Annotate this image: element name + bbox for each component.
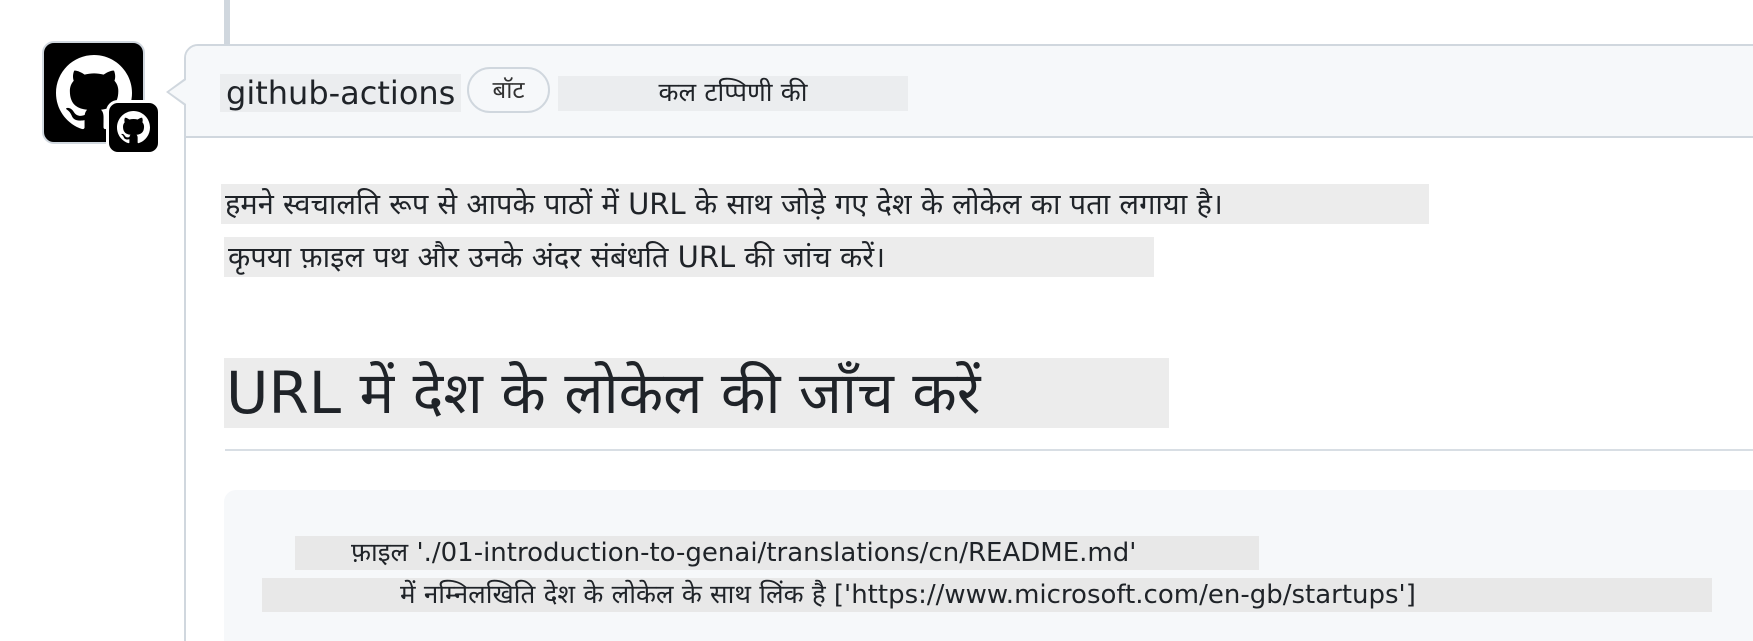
timeline-line: [224, 0, 230, 44]
heading-divider: [225, 449, 1753, 451]
comment-pointer-fill: [169, 80, 186, 104]
comment-page: github-actions बॉट कल टप्पिणी की हमने स्…: [0, 0, 1753, 641]
avatar-badge: [106, 100, 161, 155]
section-heading: URL में देश के लोकेल की जाँच करें: [224, 358, 1169, 428]
comment-timestamp[interactable]: कल टप्पिणी की: [558, 76, 908, 111]
bot-badge: बॉट: [467, 67, 550, 113]
author-link[interactable]: github-actions: [220, 74, 462, 112]
comment-paragraph-line-2: कृपया फ़ाइल पथ और उनके अंदर संबंधति URL …: [224, 237, 1154, 277]
code-line-1: फ़ाइल './01-introduction-to-genai/transl…: [295, 536, 1259, 570]
code-line-2: में नम्निलखिति देश के लोकेल के साथ लिंक …: [262, 578, 1712, 612]
github-badge-icon: [117, 111, 150, 144]
comment-paragraph-line-1: हमने स्वचालति रूप से आपके पाठों में URL …: [221, 184, 1429, 224]
